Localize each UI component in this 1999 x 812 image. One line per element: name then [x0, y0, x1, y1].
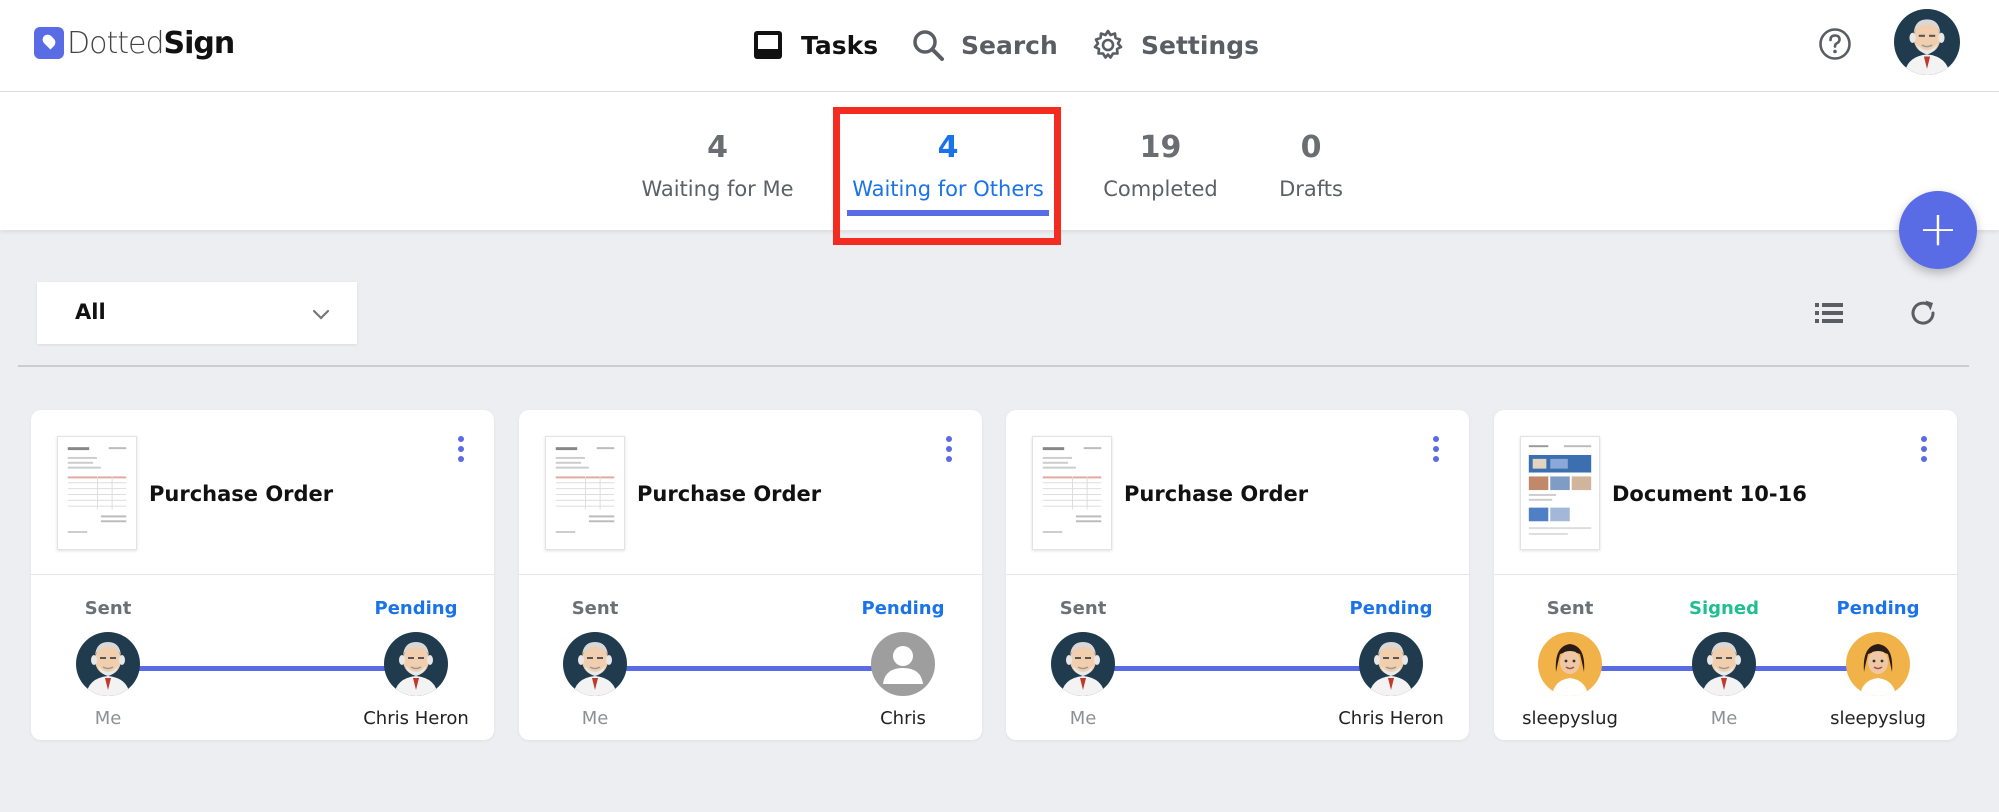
flow-step: Pending Chris Heron [1331, 574, 1451, 729]
tab-count: 4 [937, 130, 959, 165]
flow-step: Sent Me [48, 574, 168, 729]
step-name: Me [94, 708, 122, 729]
signing-flow: Sent sleepyslug Signed Me Pending sleepy… [1494, 574, 1957, 740]
old-man-avatar [76, 632, 140, 696]
refresh-icon[interactable] [1907, 297, 1939, 329]
default-person-icon [871, 632, 935, 696]
flow-step: Pending Chris Heron [356, 574, 476, 729]
more-options-icon[interactable] [1431, 436, 1441, 466]
step-status: Sent [1059, 598, 1107, 619]
tab-count: 0 [1300, 130, 1322, 165]
flow-step: Pending sleepyslug [1818, 574, 1938, 729]
step-name: Me [581, 708, 609, 729]
document-title: Document 10-16 [1612, 482, 1807, 506]
tab-label: Completed [1103, 177, 1218, 201]
search-icon [913, 30, 944, 61]
step-status: Pending [374, 598, 458, 619]
document-thumbnail [57, 436, 137, 550]
step-name: sleepyslug [1830, 708, 1926, 729]
divider [18, 365, 1969, 367]
brand-name: DottedSign [67, 25, 235, 61]
tab-count: 4 [707, 130, 728, 165]
old-man-avatar [1359, 632, 1423, 696]
signing-flow: Sent Me Pending Chris Heron [31, 574, 494, 740]
woman-avatar [1846, 632, 1910, 696]
document-title: Purchase Order [637, 482, 822, 506]
document-title: Purchase Order [149, 482, 334, 506]
document-thumbnail [545, 436, 625, 550]
nav-settings-label: Settings [1141, 30, 1260, 60]
document-card[interactable]: Purchase Order Sent Me Pending Chris Her… [31, 410, 494, 740]
tab-drafts[interactable]: 0 Drafts [1272, 92, 1350, 230]
tab-label: Waiting for Me [641, 177, 794, 201]
document-thumbnail [1032, 436, 1112, 550]
list-view-icon[interactable] [1814, 298, 1844, 328]
more-options-icon[interactable] [1919, 436, 1929, 466]
step-name: Chris Heron [363, 708, 469, 729]
step-status: Pending [861, 598, 945, 619]
step-name: Chris [880, 708, 926, 729]
filter-dropdown[interactable]: All [37, 282, 357, 344]
nav-tasks-label: Tasks [801, 30, 879, 60]
old-man-avatar [384, 632, 448, 696]
document-title: Purchase Order [1124, 482, 1309, 506]
old-man-avatar [563, 632, 627, 696]
nav-search[interactable]: Search [911, 22, 1058, 68]
step-status: Sent [571, 598, 619, 619]
step-status: Signed [1689, 598, 1759, 619]
tab-waiting-for-others[interactable]: 4 Waiting for Others [847, 92, 1049, 230]
logo-icon [34, 27, 64, 59]
flow-step: Sent sleepyslug [1510, 574, 1630, 729]
flow-step: Signed Me [1664, 574, 1784, 729]
tab-count: 19 [1139, 130, 1182, 165]
document-card[interactable]: Document 10-16 Sent sleepyslug Signed Me… [1494, 410, 1957, 740]
more-options-icon[interactable] [456, 436, 466, 466]
tab-label: Drafts [1279, 177, 1343, 201]
help-icon[interactable] [1818, 27, 1852, 61]
top-bar: DottedSign Tasks Search Settings [0, 0, 1999, 92]
step-status: Pending [1349, 598, 1433, 619]
step-status: Pending [1836, 598, 1920, 619]
signing-flow: Sent Me Pending Chris Heron [1006, 574, 1469, 740]
step-name: sleepyslug [1522, 708, 1618, 729]
signing-flow: Sent Me Pending Chris [519, 574, 982, 740]
flow-step: Sent Me [535, 574, 655, 729]
active-tab-indicator [847, 210, 1049, 216]
woman-avatar [1538, 632, 1602, 696]
gear-icon [1093, 29, 1123, 59]
tab-waiting-for-me[interactable]: 4 Waiting for Me [640, 92, 795, 230]
nav-settings[interactable]: Settings [1091, 22, 1259, 68]
step-name: Me [1710, 708, 1738, 729]
user-avatar[interactable] [1894, 9, 1960, 75]
chevron-down-icon [312, 309, 330, 320]
old-man-avatar [1051, 632, 1115, 696]
document-card[interactable]: Purchase Order Sent Me Pending Chris Her… [1006, 410, 1469, 740]
inbox-icon [754, 31, 782, 59]
flow-step: Pending Chris [843, 574, 963, 729]
step-name: Me [1069, 708, 1097, 729]
step-status: Sent [84, 598, 132, 619]
flow-step: Sent Me [1023, 574, 1143, 729]
brand-logo[interactable]: DottedSign [34, 25, 235, 61]
more-options-icon[interactable] [944, 436, 954, 466]
step-status: Sent [1546, 598, 1594, 619]
step-name: Chris Heron [1338, 708, 1444, 729]
old-man-avatar [1692, 632, 1756, 696]
nav-search-label: Search [961, 30, 1058, 60]
filter-value: All [75, 300, 106, 324]
tab-label: Waiting for Others [852, 177, 1044, 201]
status-tabs: 4 Waiting for Me 4 Waiting for Others 19… [0, 92, 1999, 230]
nav-tasks[interactable]: Tasks [751, 22, 878, 68]
document-thumbnail [1520, 436, 1600, 550]
add-document-button[interactable]: + [1899, 191, 1977, 269]
tab-completed[interactable]: 19 Completed [1102, 92, 1219, 230]
document-card[interactable]: Purchase Order Sent Me Pending Chris [519, 410, 982, 740]
